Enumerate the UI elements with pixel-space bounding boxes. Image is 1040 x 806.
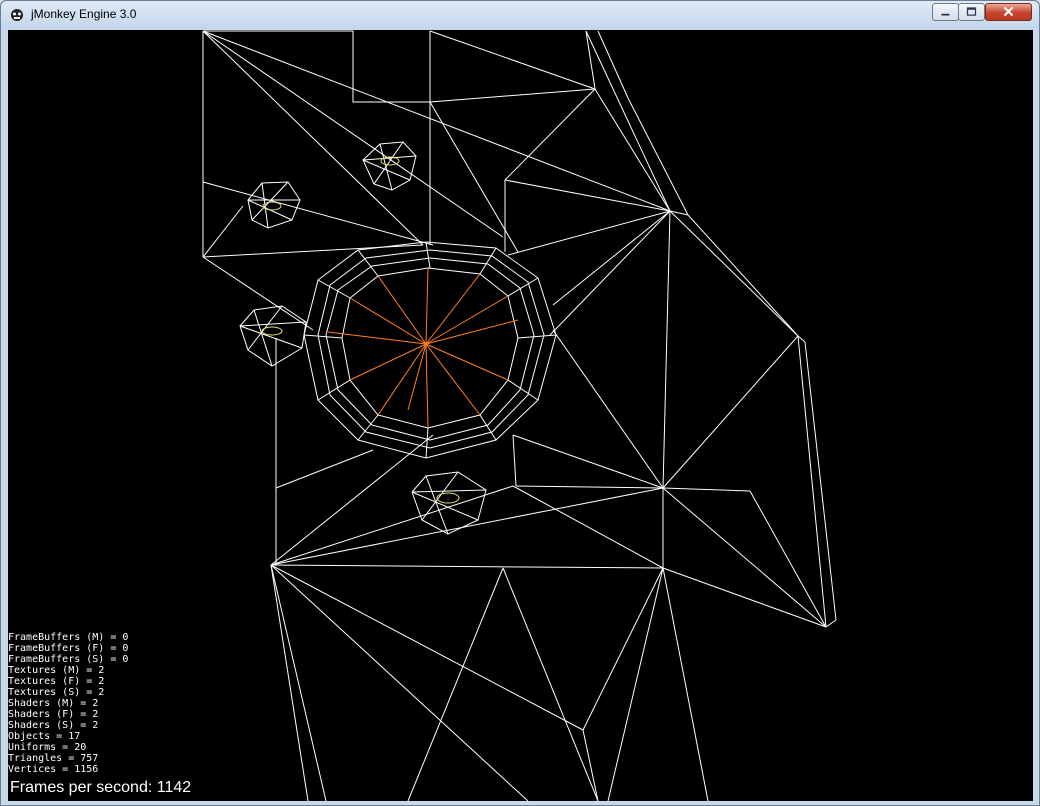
fps-counter: Frames per second: 1142 — [10, 779, 192, 796]
stat-vertices: Vertices = 1156 — [8, 764, 99, 775]
stat-framebuffers-m: FrameBuffers (M) = 0 — [8, 632, 129, 643]
stat-framebuffers-f: FrameBuffers (F) = 0 — [8, 643, 129, 654]
minimize-button[interactable] — [932, 3, 959, 21]
maximize-button[interactable] — [958, 3, 985, 21]
stat-framebuffers-s: FrameBuffers (S) = 0 — [8, 654, 129, 665]
stat-textures-m: Textures (M) = 2 — [8, 665, 105, 676]
render-viewport[interactable]: FrameBuffers (M) = 0 FrameBuffers (F) = … — [8, 30, 1033, 801]
wireframe-scene — [202, 30, 837, 801]
stat-shaders-f: Shaders (F) = 2 — [8, 709, 99, 720]
close-icon — [1003, 6, 1014, 17]
close-button[interactable] — [985, 3, 1032, 21]
title-bar[interactable]: jMonkey Engine 3.0 — [1, 1, 1039, 29]
window-title: jMonkey Engine 3.0 — [31, 7, 137, 21]
jmonkey-app-icon — [11, 9, 23, 21]
stat-textures-s: Textures (S) = 2 — [8, 687, 105, 698]
stat-shaders-s: Shaders (S) = 2 — [8, 720, 99, 731]
stat-triangles: Triangles = 757 — [8, 753, 99, 764]
stat-shaders-m: Shaders (M) = 2 — [8, 698, 99, 709]
stat-objects: Objects = 17 — [8, 731, 81, 742]
maximize-icon — [966, 7, 977, 16]
minimize-icon — [941, 13, 950, 16]
render-stats: FrameBuffers (M) = 0 FrameBuffers (F) = … — [8, 632, 128, 775]
app-window: jMonkey Engine 3.0 FrameBuffers (M) = 0 … — [0, 0, 1040, 806]
stat-uniforms: Uniforms = 20 — [8, 742, 87, 753]
stat-textures-f: Textures (F) = 2 — [8, 676, 105, 687]
